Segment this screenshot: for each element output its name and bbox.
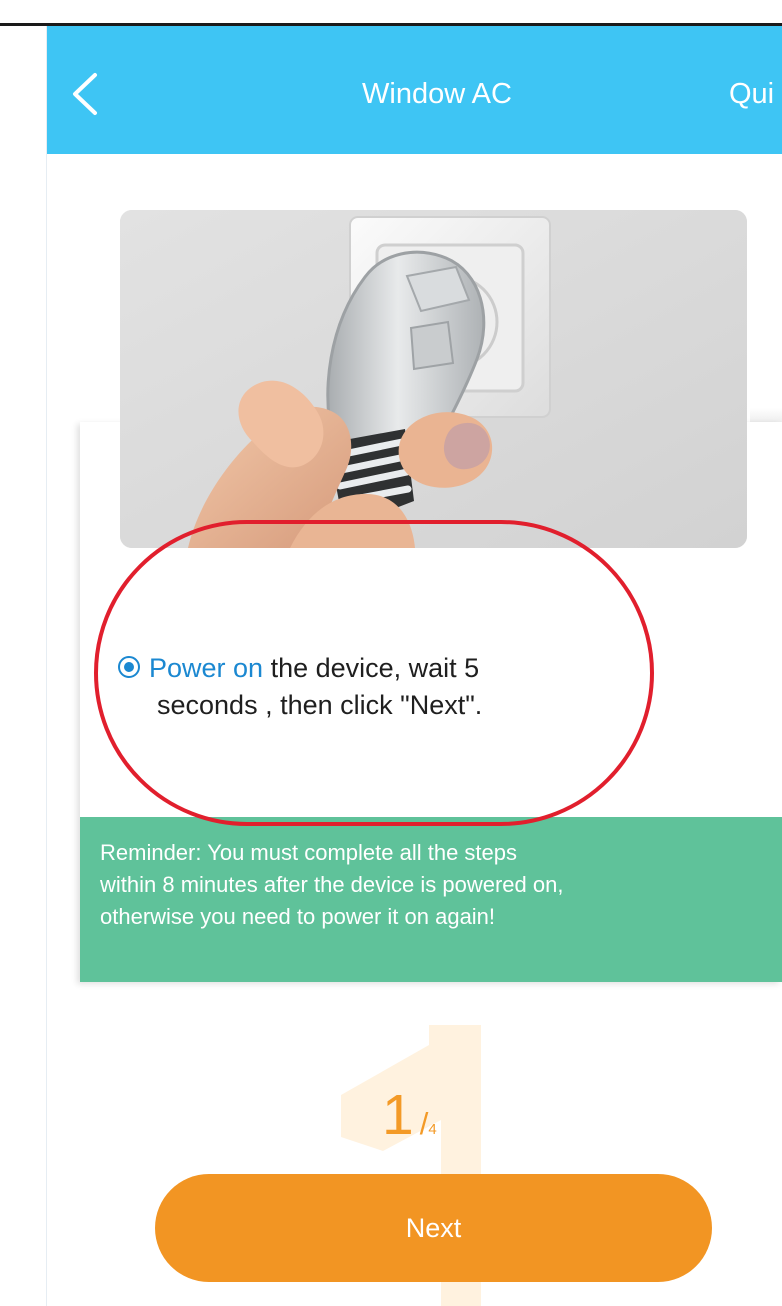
- power-plug-illustration: [120, 210, 747, 548]
- left-edge: [0, 26, 47, 1306]
- page-title: Window AC: [362, 78, 512, 110]
- power-on-highlight: Power on: [149, 653, 264, 683]
- instruction-line-1-rest: the device, wait 5: [263, 653, 480, 683]
- power-plug-icon: [120, 210, 747, 548]
- instruction-text: Power on the device, wait 5 seconds , th…: [117, 650, 677, 724]
- app-header: Window AC Qui: [47, 26, 782, 154]
- reminder-banner: Reminder: You must complete all the step…: [80, 817, 782, 982]
- back-button[interactable]: [65, 70, 105, 118]
- step-total: 4: [428, 1121, 437, 1138]
- top-border: [0, 0, 782, 26]
- radio-selected-icon: [118, 656, 140, 678]
- step-current: 1: [382, 1083, 414, 1147]
- card-edge-shadow: [750, 408, 782, 422]
- mobile-screen: Window AC Qui Power on the device, wait …: [0, 0, 782, 1306]
- chevron-left-icon: [73, 73, 97, 115]
- reminder-line-1: Reminder: You must complete all the step…: [100, 840, 518, 865]
- reminder-line-3: otherwise you need to power it on again!: [100, 904, 496, 929]
- instruction-line-2: seconds , then click "Next".: [157, 690, 483, 720]
- reminder-line-2: within 8 minutes after the device is pow…: [100, 872, 564, 897]
- quick-action-link[interactable]: Qui: [729, 74, 774, 114]
- step-indicator: 1/4: [382, 1085, 437, 1145]
- next-button[interactable]: Next: [155, 1174, 712, 1282]
